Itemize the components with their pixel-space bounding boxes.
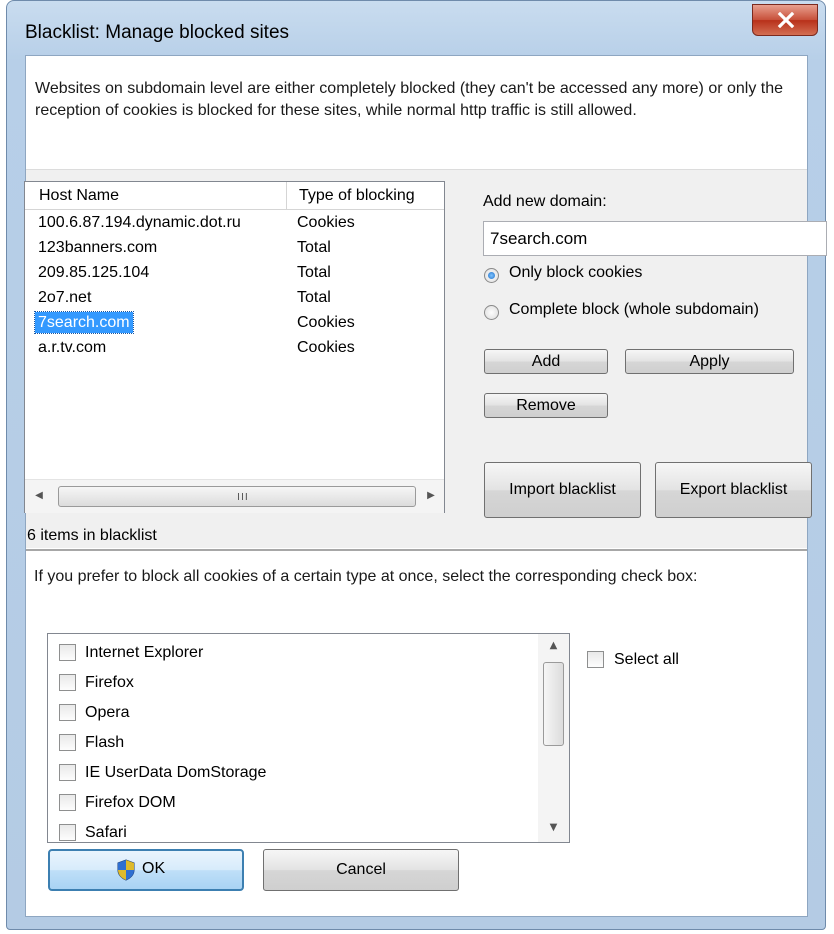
- cookie-type-label: IE UserData DomStorage: [85, 764, 267, 781]
- ok-button[interactable]: OK: [48, 849, 244, 891]
- cookie-types-checklist[interactable]: Internet Explorer Firefox Opera Flash IE Use…: [47, 633, 570, 843]
- blocking-type-cell: Total: [297, 239, 331, 256]
- table-row[interactable]: 123banners.com Total: [25, 235, 444, 260]
- list-header: Host Name Type of blocking: [25, 182, 444, 210]
- cookie-type-label: Opera: [85, 704, 130, 721]
- blacklist-count: 6 items in blacklist: [27, 527, 157, 544]
- horizontal-scroll-thumb[interactable]: III: [58, 486, 416, 507]
- checkbox-box[interactable]: [59, 644, 76, 661]
- blocking-type-cell: Cookies: [297, 314, 355, 331]
- cookie-type-label: Safari: [85, 824, 127, 841]
- export-blacklist-label: Export blacklist: [679, 481, 788, 498]
- blacklist-dialog: Blacklist: Manage blocked sites Websites…: [6, 0, 827, 930]
- shield-icon: [117, 859, 135, 881]
- column-header-host-name[interactable]: Host Name: [25, 182, 287, 209]
- table-row[interactable]: 209.85.125.104 Total: [25, 260, 444, 285]
- apply-button[interactable]: Apply: [625, 349, 794, 374]
- section-divider: [26, 549, 807, 551]
- checkbox-box[interactable]: [59, 824, 76, 841]
- vertical-scroll-thumb[interactable]: [543, 662, 564, 746]
- add-domain-input[interactable]: 7search.com: [483, 221, 827, 256]
- host-name-cell: 100.6.87.194.dynamic.dot.ru: [38, 214, 241, 231]
- blocking-type-cell: Total: [297, 264, 331, 281]
- host-name-cell: 123banners.com: [38, 239, 158, 256]
- scroll-up-icon[interactable]: ▲: [538, 640, 569, 651]
- vertical-scrollbar[interactable]: ▲ ▼: [538, 634, 569, 842]
- cookie-type-label: Firefox DOM: [85, 794, 176, 811]
- intro-text: Websites on subdomain level are either c…: [35, 80, 784, 119]
- host-name-cell: 2o7.net: [38, 289, 92, 306]
- blocking-type-cell: Total: [297, 289, 331, 306]
- checkbox-box[interactable]: [59, 704, 76, 721]
- only-block-cookies-label[interactable]: Only block cookies: [509, 264, 642, 282]
- close-button[interactable]: [752, 4, 818, 36]
- remove-button-label: Remove: [516, 397, 576, 414]
- complete-block-label[interactable]: Complete block (whole subdomain): [509, 301, 759, 319]
- scroll-left-icon[interactable]: ◀: [29, 490, 49, 504]
- import-blacklist-label: Import blacklist: [509, 481, 616, 498]
- blocking-type-cell: Cookies: [297, 214, 355, 231]
- checkbox-box[interactable]: [59, 734, 76, 751]
- title-bar[interactable]: Blacklist: Manage blocked sites: [7, 1, 825, 61]
- complete-block-radio[interactable]: [484, 305, 499, 320]
- checkbox-box[interactable]: [59, 764, 76, 781]
- host-name-cell: 7search.com: [34, 311, 134, 334]
- checkbox-box[interactable]: [587, 651, 604, 668]
- ok-button-label: OK: [142, 860, 166, 877]
- cancel-button-label: Cancel: [336, 861, 386, 878]
- cookie-type-label: Internet Explorer: [85, 644, 204, 661]
- apply-button-label: Apply: [689, 353, 730, 370]
- cookie-type-label: Firefox: [85, 674, 134, 691]
- host-name-cell: 209.85.125.104: [38, 264, 150, 281]
- table-row[interactable]: 100.6.87.194.dynamic.dot.ru Cookies: [25, 210, 444, 235]
- export-blacklist-button[interactable]: Export blacklist: [655, 462, 812, 518]
- cookie-type-label: Flash: [85, 734, 125, 751]
- close-icon: [777, 12, 795, 28]
- add-button[interactable]: Add: [484, 349, 608, 374]
- blocking-type-cell: Cookies: [297, 339, 355, 356]
- scroll-right-icon[interactable]: ▶: [421, 490, 441, 504]
- remove-button[interactable]: Remove: [484, 393, 608, 418]
- horizontal-scrollbar[interactable]: ◀ III ▶: [25, 479, 444, 513]
- add-domain-label: Add new domain:: [483, 193, 607, 210]
- column-header-type-of-blocking[interactable]: Type of blocking: [287, 182, 442, 209]
- import-blacklist-button[interactable]: Import blacklist: [484, 462, 641, 518]
- scroll-down-icon[interactable]: ▼: [538, 822, 569, 833]
- table-row[interactable]: a.r.tv.com Cookies: [25, 335, 444, 360]
- grip-icon: III: [237, 492, 249, 503]
- cancel-button[interactable]: Cancel: [263, 849, 459, 891]
- blocked-sites-list[interactable]: Host Name Type of blocking 100.6.87.194.…: [24, 181, 445, 513]
- only-block-cookies-radio[interactable]: [484, 268, 499, 283]
- checkbox-box[interactable]: [59, 674, 76, 691]
- cookie-types-description: If you prefer to block all cookies of a …: [34, 568, 698, 585]
- window-title: Blacklist: Manage blocked sites: [25, 22, 290, 43]
- add-button-label: Add: [531, 353, 561, 370]
- table-row[interactable]: 2o7.net Total: [25, 285, 444, 310]
- host-name-cell: a.r.tv.com: [38, 339, 107, 356]
- checkbox-box[interactable]: [59, 794, 76, 811]
- select-all-label: Select all: [614, 651, 679, 668]
- table-row[interactable]: 7search.com Cookies: [25, 310, 444, 335]
